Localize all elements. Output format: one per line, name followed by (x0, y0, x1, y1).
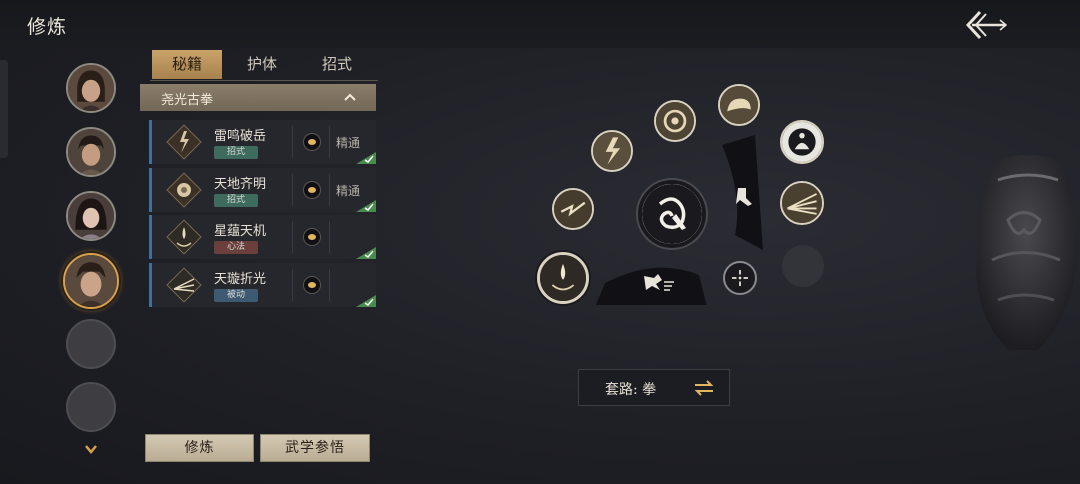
character-face-icon (68, 193, 114, 239)
divider (292, 126, 293, 158)
kick-icon (736, 188, 752, 206)
coin-icon (303, 181, 321, 199)
divider (329, 221, 330, 253)
dash-icon (644, 274, 674, 291)
skill-type-tag: 心法 (214, 241, 258, 254)
character-face-icon (65, 255, 117, 307)
divider (329, 269, 330, 301)
divider (329, 174, 330, 206)
light-skill-icon (166, 172, 202, 208)
check-icon (356, 295, 376, 307)
skill-node[interactable] (591, 130, 633, 172)
swap-icon (694, 380, 714, 396)
core-skill-slot[interactable] (638, 180, 706, 248)
skill-type-tag: 被动 (214, 289, 258, 302)
category-tabs: 秘籍 护体 招式 (150, 50, 378, 81)
skill-node[interactable] (780, 120, 824, 164)
crosshair-icon (732, 270, 748, 286)
back-arrow-icon (965, 10, 1008, 40)
divider (292, 174, 293, 206)
skill-name: 雷鸣破岳 (214, 129, 267, 144)
ray-skill-icon (166, 267, 202, 303)
skill-name: 天璇折光 (214, 272, 267, 287)
divider (329, 126, 330, 158)
skill-type-tag: 招式 (214, 194, 258, 207)
side-drawer-handle[interactable] (0, 60, 8, 158)
stance-slot-bottom[interactable] (636, 268, 676, 296)
stance-slot-right[interactable] (728, 182, 758, 212)
fist-emblem-icon (642, 184, 702, 244)
skill-group-header[interactable]: 尧光古拳 (140, 84, 376, 111)
back-button[interactable] (962, 8, 1010, 42)
tab-body-guard[interactable]: 护体 (227, 50, 297, 79)
skill-node[interactable] (718, 84, 760, 126)
tab-moves[interactable]: 招式 (302, 50, 372, 79)
character-face-icon (68, 65, 114, 111)
skill-row[interactable]: 天地齐明 招式 精通 (149, 168, 376, 212)
character-portrait-3[interactable] (66, 191, 116, 241)
thunder-skill-icon (166, 124, 202, 160)
tab-secret-manual[interactable]: 秘籍 (152, 50, 222, 79)
meditate-skill-icon (782, 122, 822, 162)
coin-icon (303, 228, 321, 246)
route-label: 套路: 拳 (605, 382, 657, 398)
ray-skill-icon (782, 183, 822, 223)
character-face-icon (68, 129, 114, 175)
scroll-down-button[interactable] (84, 440, 98, 454)
character-portrait-1[interactable] (66, 63, 116, 113)
skill-node[interactable] (654, 100, 696, 142)
character-slot-empty[interactable] (66, 382, 116, 432)
skill-row[interactable]: 雷鸣破岳 招式 精通 (149, 120, 376, 164)
star-skill-icon (166, 219, 202, 255)
mastery-label: 精通 (336, 136, 361, 150)
lightning-skill-icon (554, 190, 592, 228)
check-icon (356, 152, 376, 164)
check-icon (356, 200, 376, 212)
mastery-label: 精通 (336, 184, 361, 198)
divider (292, 269, 293, 301)
coin-icon (303, 276, 321, 294)
empty-skill-slot[interactable] (782, 245, 824, 287)
character-portrait-selected[interactable] (63, 253, 119, 309)
character-slot-empty[interactable] (66, 319, 116, 369)
cloud-skill-icon (720, 86, 758, 124)
star-skill-icon (540, 255, 586, 301)
character-portrait-2[interactable] (66, 127, 116, 177)
chevron-down-icon (85, 445, 97, 454)
divider (292, 221, 293, 253)
chevron-up-icon (344, 93, 356, 101)
gauntlet-artwork (976, 155, 1076, 350)
route-selector[interactable]: 套路: 拳 (578, 369, 730, 406)
skill-row[interactable]: 星蕴天机 心法 (149, 215, 376, 259)
martial-insight-button[interactable]: 武学参悟 (260, 434, 370, 462)
train-button[interactable]: 修炼 (145, 434, 254, 462)
add-skill-slot[interactable] (723, 261, 757, 295)
skill-node[interactable] (552, 188, 594, 230)
page-title: 修炼 (27, 16, 68, 38)
thunder-skill-icon (593, 132, 631, 170)
swirl-skill-icon (656, 102, 694, 140)
check-icon (356, 247, 376, 259)
skill-type-tag: 招式 (214, 146, 258, 159)
coin-icon (303, 133, 321, 151)
top-bar (0, 0, 1080, 48)
skill-name: 星蕴天机 (214, 224, 267, 239)
skill-node-selected[interactable] (537, 252, 589, 304)
skill-row[interactable]: 天璇折光 被动 (149, 263, 376, 307)
skill-name: 天地齐明 (214, 177, 267, 192)
skill-node[interactable] (780, 181, 824, 225)
skill-group-label: 尧光古拳 (161, 93, 214, 108)
